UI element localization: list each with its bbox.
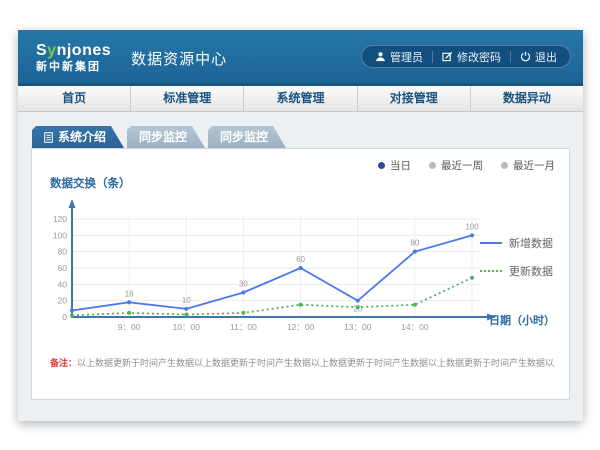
nav-item-standard-mgmt[interactable]: 标准管理 bbox=[131, 86, 244, 111]
main-nav: 首页 标准管理 系统管理 对接管理 数据异动 bbox=[18, 86, 583, 112]
document-icon bbox=[44, 132, 53, 143]
app-window: Synjones 新中新集团 数据资源中心 管理员 修改密码 退出 bbox=[18, 30, 583, 421]
chart-panel: 当日 最近一周 最近一月 数据交换（条） 0 20 40 60 80 100 120 9：00… bbox=[31, 148, 570, 400]
svg-text:80: 80 bbox=[58, 247, 68, 257]
chart-legend: 新增数据 更新数据 bbox=[480, 235, 553, 279]
filter-label: 最近一月 bbox=[513, 158, 555, 173]
footnote-prefix: 备注： bbox=[50, 358, 77, 368]
legend-update-data[interactable]: 更新数据 bbox=[480, 263, 553, 279]
user-label: 管理员 bbox=[390, 49, 423, 65]
y-axis-title: 数据交换（条） bbox=[50, 175, 131, 191]
svg-text:0: 0 bbox=[62, 312, 67, 322]
x-axis-title: 日期（小时） bbox=[489, 312, 555, 328]
nav-item-home[interactable]: 首页 bbox=[18, 86, 131, 111]
radio-dot-icon bbox=[429, 162, 436, 169]
app-header: Synjones 新中新集团 数据资源中心 管理员 修改密码 退出 bbox=[18, 30, 583, 86]
line-sample-icon bbox=[480, 270, 502, 272]
svg-text:11：00: 11：00 bbox=[230, 322, 257, 332]
logout-button[interactable]: 退出 bbox=[511, 46, 566, 67]
brand-accent-letter: y bbox=[47, 42, 56, 59]
nav-item-data-change[interactable]: 数据异动 bbox=[471, 86, 583, 111]
svg-text:9：00: 9：00 bbox=[118, 322, 141, 332]
svg-text:40: 40 bbox=[58, 279, 68, 289]
edit-icon bbox=[442, 51, 453, 62]
range-filter-group: 当日 最近一周 最近一月 bbox=[378, 158, 555, 173]
tab-label: 同步监控 bbox=[220, 126, 268, 148]
filter-label: 最近一周 bbox=[441, 158, 483, 173]
nav-item-integration-mgmt[interactable]: 对接管理 bbox=[358, 86, 471, 111]
legend-label: 新增数据 bbox=[509, 235, 553, 251]
footnote-text: 以上数据更新于时间产生数据以上数据更新于时间产生数据以上数据更新于时间产生数据以… bbox=[77, 358, 555, 368]
svg-text:60: 60 bbox=[58, 263, 68, 273]
tab-sync-monitor-1[interactable]: 同步监控 bbox=[127, 126, 205, 148]
change-password-button[interactable]: 修改密码 bbox=[433, 46, 510, 67]
svg-text:80: 80 bbox=[410, 239, 419, 248]
brand-subtitle: 新中新集团 bbox=[36, 62, 111, 73]
brand-name: Synjones bbox=[36, 43, 111, 59]
svg-text:14：00: 14：00 bbox=[401, 322, 429, 332]
radio-dot-icon bbox=[501, 162, 508, 169]
svg-text:10：00: 10：00 bbox=[173, 322, 201, 332]
content-area: 系统介绍 同步监控 同步监控 当日 最近一周 bbox=[18, 112, 583, 421]
svg-text:10: 10 bbox=[182, 296, 191, 305]
line-sample-icon bbox=[480, 242, 502, 244]
svg-text:12：00: 12：00 bbox=[287, 322, 315, 332]
user-icon bbox=[375, 51, 386, 62]
filter-label: 当日 bbox=[390, 158, 411, 173]
tab-bar: 系统介绍 同步监控 同步监控 bbox=[32, 126, 570, 148]
filter-today[interactable]: 当日 bbox=[378, 158, 411, 173]
line-chart: 0 20 40 60 80 100 120 9：00 10：00 11：00 12：00 13：00 1… bbox=[42, 193, 508, 345]
screenshot-stage: Synjones 新中新集团 数据资源中心 管理员 修改密码 退出 bbox=[0, 0, 600, 450]
svg-text:30: 30 bbox=[239, 280, 248, 289]
footnote: 备注：以上数据更新于时间产生数据以上数据更新于时间产生数据以上数据更新于时间产生… bbox=[50, 356, 555, 369]
filter-last-month[interactable]: 最近一月 bbox=[501, 158, 555, 173]
legend-new-data[interactable]: 新增数据 bbox=[480, 235, 553, 251]
nav-item-system-mgmt[interactable]: 系统管理 bbox=[244, 86, 357, 111]
svg-text:100: 100 bbox=[465, 222, 479, 231]
svg-text:20: 20 bbox=[58, 296, 68, 306]
page-title: 数据资源中心 bbox=[131, 48, 227, 69]
svg-text:100: 100 bbox=[53, 230, 67, 240]
radio-dot-icon bbox=[378, 162, 385, 169]
user-menu-button[interactable]: 管理员 bbox=[366, 46, 432, 67]
legend-label: 更新数据 bbox=[509, 263, 553, 279]
svg-text:13：00: 13：00 bbox=[344, 322, 372, 332]
logout-label: 退出 bbox=[535, 49, 557, 65]
filter-last-week[interactable]: 最近一周 bbox=[429, 158, 483, 173]
brand-logo: Synjones 新中新集团 bbox=[36, 43, 111, 73]
power-icon bbox=[520, 51, 531, 62]
change-password-label: 修改密码 bbox=[457, 49, 501, 65]
svg-text:120: 120 bbox=[53, 214, 67, 224]
svg-text:60: 60 bbox=[296, 255, 305, 264]
tab-label: 系统介绍 bbox=[58, 126, 106, 148]
tab-system-intro[interactable]: 系统介绍 bbox=[32, 126, 124, 148]
user-toolbar: 管理员 修改密码 退出 bbox=[361, 45, 571, 68]
svg-text:18: 18 bbox=[125, 289, 134, 298]
tab-sync-monitor-2[interactable]: 同步监控 bbox=[208, 126, 286, 148]
tab-label: 同步监控 bbox=[139, 126, 187, 148]
